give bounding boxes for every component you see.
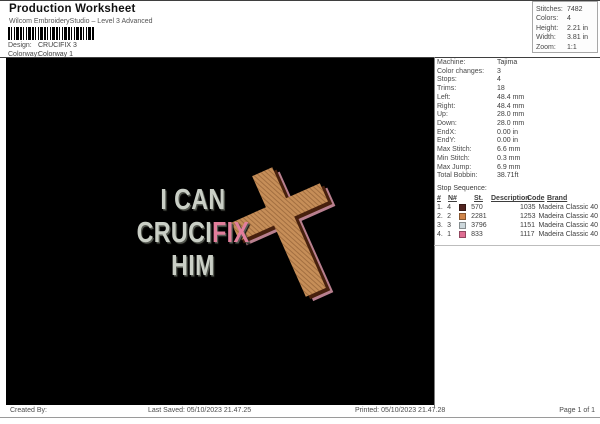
- stop-sequence-bottom-rule: [434, 245, 600, 246]
- production-worksheet-page: { "header": { "title": "Production Works…: [0, 0, 600, 424]
- thread-color-swatch: [459, 203, 467, 211]
- height-value: 2.21 in: [567, 24, 589, 32]
- slogan-line-2: CRUCIFIX: [128, 217, 258, 250]
- thread-color-swatch: [459, 230, 467, 238]
- stop-sequence-row: 1. 4 570 1035 Madeira Classic 40: [437, 203, 598, 211]
- slogan-line-1: I CAN: [160, 184, 226, 216]
- machine-row: Up: 28.0 mm: [437, 111, 525, 119]
- barcode: [8, 27, 94, 40]
- machine-row: EndX: 0.00 in: [437, 128, 519, 136]
- zoom-value: 1:1: [567, 43, 577, 51]
- footer-last-saved: Last Saved: 05/10/2023 21.47.25: [148, 407, 252, 414]
- colorway-label: Colorway:: [8, 51, 40, 58]
- machine-row: Min Stitch: 0.3 mm: [437, 154, 521, 162]
- stop-sequence-header: # N# St. Description Code Brand: [437, 195, 568, 202]
- machine-row: Max Stitch: 6.6 mm: [437, 146, 521, 154]
- footer-created-by: Created By:: [10, 407, 47, 414]
- machine-row: Max Jump: 6.9 mm: [437, 163, 521, 171]
- stitches-value: 7482: [567, 6, 583, 13]
- machine-row: Color changes: 3: [437, 67, 501, 75]
- machine-row: Total Bobbin: 38.71ft: [437, 172, 519, 180]
- summary-row-zoom: Zoom: 1:1: [536, 43, 577, 51]
- slogan-fix-text: FIX: [212, 217, 250, 249]
- design-value: CRUCIFIX 3: [38, 42, 77, 49]
- slogan-cruci-text: CRUCI: [136, 217, 213, 249]
- app-subtitle: Wilcom EmbroideryStudio – Level 3 Advanc…: [9, 18, 153, 25]
- slogan-line-3: HIM: [171, 250, 215, 282]
- summary-row-colors: Colors: 4: [536, 15, 571, 23]
- footer-rule: [0, 417, 600, 418]
- machine-row: Trims: 18: [437, 85, 505, 93]
- footer-page-number: Page 1 of 1: [559, 407, 595, 414]
- machine-info-list: Machine: Tajima Color changes: 3 Stops: 4 T…: [437, 59, 597, 181]
- summary-row-width: Width: 3.81 in: [536, 34, 589, 42]
- machine-row: Machine: Tajima: [437, 59, 518, 66]
- design-label: Design:: [8, 42, 32, 49]
- design-summary-box: Stitches: 7482 Colors: 4 Height: 2.21 in Wi…: [532, 1, 598, 53]
- colors-value: 4: [567, 15, 571, 23]
- page-title: Production Worksheet: [9, 3, 136, 15]
- colorway-row: Colorway:Colorway 1: [8, 51, 73, 58]
- thread-color-swatch: [459, 221, 467, 229]
- embroidered-slogan: I CAN CRUCIFIX HIM: [112, 184, 274, 283]
- summary-row-height: Height: 2.21 in: [536, 24, 589, 32]
- stop-sequence-title: Stop Sequence:: [437, 185, 487, 192]
- stop-sequence-table: # N# St. Description Code Brand 1. 4 570…: [437, 194, 598, 239]
- footer-printed: Printed: 05/10/2023 21.47.28: [355, 407, 446, 414]
- stop-sequence-row: 4. 1 833 1117 Madeira Classic 40: [437, 230, 598, 238]
- machine-row: Right: 48.4 mm: [437, 102, 525, 110]
- canvas-right-divider: [434, 57, 435, 407]
- colorway-value: Colorway 1: [38, 51, 74, 58]
- machine-row: EndY: 0.00 in: [437, 137, 519, 145]
- machine-row: Left: 48.4 mm: [437, 93, 525, 101]
- machine-row: Stops: 4: [437, 76, 501, 84]
- design-preview-canvas: I CAN CRUCIFIX HIM: [6, 58, 434, 405]
- stop-sequence-row: 2. 2 2281 1253 Madeira Classic 40: [437, 212, 598, 220]
- stop-sequence-row: 3. 3 3796 1151 Madeira Classic 40: [437, 221, 598, 229]
- machine-row: Down: 28.0 mm: [437, 120, 525, 128]
- page-top-rule: [0, 0, 600, 1]
- summary-row-stitches: Stitches: 7482: [536, 6, 583, 13]
- width-value: 3.81 in: [567, 34, 589, 42]
- thread-color-swatch: [459, 212, 467, 220]
- design-name-row: Design: CRUCIFIX 3: [8, 42, 77, 49]
